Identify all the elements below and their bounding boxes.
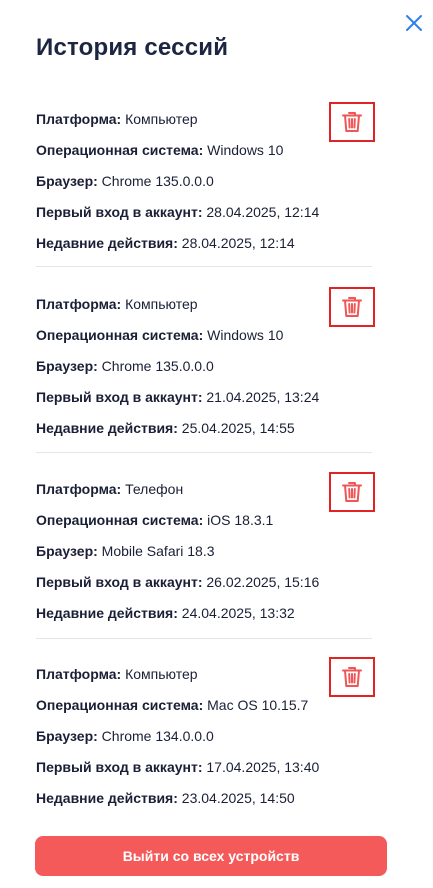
session-item: Платформа: Телефон Операционная система:…: [36, 472, 375, 642]
platform-value: Компьютер: [125, 666, 198, 682]
os-label: Операционная система:: [36, 512, 204, 528]
divider: [36, 638, 372, 639]
os-value: iOS 18.3.1: [207, 512, 274, 528]
browser-label: Браузер:: [36, 728, 98, 744]
first-login-label: Первый вход в аккаунт:: [36, 574, 203, 590]
browser-label: Браузер:: [36, 173, 98, 189]
session-os: Операционная система: Windows 10: [36, 141, 283, 159]
browser-label: Браузер:: [36, 543, 98, 559]
os-value: Mac OS 10.15.7: [207, 697, 309, 713]
session-item: Платформа: Компьютер Операционная систем…: [36, 102, 375, 272]
delete-session-button[interactable]: [329, 472, 375, 512]
os-value: Windows 10: [207, 327, 284, 343]
platform-value: Компьютер: [125, 111, 198, 127]
trash-icon: [342, 667, 362, 687]
recent-activity-value: 24.04.2025, 13:32: [181, 605, 295, 621]
delete-session-button[interactable]: [329, 102, 375, 142]
platform-value: Телефон: [125, 481, 184, 497]
recent-activity-value: 25.04.2025, 14:55: [181, 420, 295, 436]
browser-value: Mobile Safari 18.3: [101, 543, 215, 559]
session-item: Платформа: Компьютер Операционная систем…: [36, 657, 375, 827]
session-recent-activity: Недавние действия: 25.04.2025, 14:55: [36, 419, 295, 437]
recent-activity-label: Недавние действия:: [36, 605, 178, 621]
os-label: Операционная система:: [36, 327, 204, 343]
first-login-label: Первый вход в аккаунт:: [36, 204, 203, 220]
first-login-value: 26.02.2025, 15:16: [206, 574, 320, 590]
session-item: Платформа: Компьютер Операционная систем…: [36, 287, 375, 457]
delete-session-button[interactable]: [329, 657, 375, 697]
session-first-login: Первый вход в аккаунт: 26.02.2025, 15:16: [36, 573, 319, 591]
browser-value: Chrome 135.0.0.0: [101, 173, 214, 189]
os-value: Windows 10: [207, 142, 284, 158]
session-os: Операционная система: iOS 18.3.1: [36, 511, 273, 529]
session-first-login: Первый вход в аккаунт: 17.04.2025, 13:40: [36, 758, 319, 776]
session-first-login: Первый вход в аккаунт: 21.04.2025, 13:24: [36, 388, 319, 406]
browser-label: Браузер:: [36, 358, 98, 374]
platform-label: Платформа:: [36, 111, 122, 127]
platform-label: Платформа:: [36, 481, 122, 497]
trash-icon: [342, 112, 362, 132]
os-label: Операционная система:: [36, 697, 204, 713]
session-history-dialog: История сессий Платформа: Компьютер Опер…: [0, 0, 433, 888]
recent-activity-label: Недавние действия:: [36, 790, 178, 806]
session-platform: Платформа: Компьютер: [36, 295, 198, 313]
close-icon: [406, 15, 422, 31]
first-login-label: Первый вход в аккаунт:: [36, 759, 203, 775]
session-browser: Браузер: Mobile Safari 18.3: [36, 542, 215, 560]
recent-activity-value: 23.04.2025, 14:50: [181, 790, 295, 806]
first-login-label: Первый вход в аккаунт:: [36, 389, 203, 405]
platform-value: Компьютер: [125, 296, 198, 312]
platform-label: Платформа:: [36, 666, 122, 682]
session-first-login: Первый вход в аккаунт: 28.04.2025, 12:14: [36, 203, 319, 221]
divider: [36, 452, 372, 453]
browser-value: Chrome 135.0.0.0: [101, 358, 214, 374]
first-login-value: 28.04.2025, 12:14: [206, 204, 320, 220]
session-os: Операционная система: Windows 10: [36, 326, 283, 344]
trash-icon: [342, 482, 362, 502]
session-recent-activity: Недавние действия: 24.04.2025, 13:32: [36, 604, 295, 622]
recent-activity-label: Недавние действия:: [36, 235, 178, 251]
trash-icon: [342, 297, 362, 317]
os-label: Операционная система:: [36, 142, 204, 158]
session-os: Операционная система: Mac OS 10.15.7: [36, 696, 308, 714]
browser-value: Chrome 134.0.0.0: [101, 728, 214, 744]
platform-label: Платформа:: [36, 296, 122, 312]
session-browser: Браузер: Chrome 134.0.0.0: [36, 727, 214, 745]
close-button[interactable]: [403, 12, 425, 34]
delete-session-button[interactable]: [329, 287, 375, 327]
first-login-value: 17.04.2025, 13:40: [206, 759, 320, 775]
recent-activity-label: Недавние действия:: [36, 420, 178, 436]
session-platform: Платформа: Компьютер: [36, 665, 198, 683]
session-recent-activity: Недавние действия: 28.04.2025, 12:14: [36, 234, 295, 252]
session-platform: Платформа: Компьютер: [36, 110, 198, 128]
session-platform: Платформа: Телефон: [36, 480, 183, 498]
first-login-value: 21.04.2025, 13:24: [206, 389, 320, 405]
dialog-title: История сессий: [36, 34, 229, 61]
session-recent-activity: Недавние действия: 23.04.2025, 14:50: [36, 789, 295, 807]
session-browser: Браузер: Chrome 135.0.0.0: [36, 357, 214, 375]
divider: [36, 266, 372, 267]
recent-activity-value: 28.04.2025, 12:14: [181, 235, 295, 251]
session-browser: Браузер: Chrome 135.0.0.0: [36, 172, 214, 190]
logout-all-devices-button[interactable]: Выйти со всех устройств: [35, 836, 387, 876]
